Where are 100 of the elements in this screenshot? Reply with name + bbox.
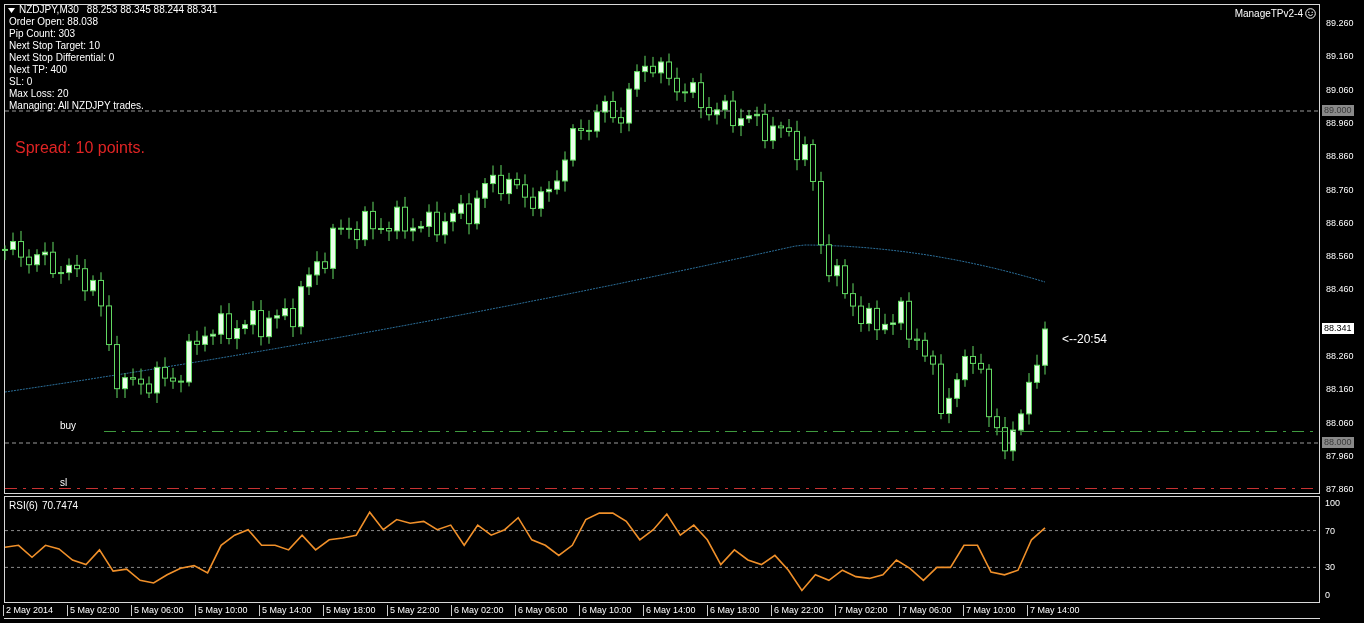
- time-tick-label: 5 May 10:00: [195, 605, 248, 616]
- candlestick: [114, 335, 120, 399]
- candlestick: [370, 201, 376, 240]
- candlestick: [58, 265, 64, 285]
- candlestick: [946, 387, 952, 424]
- candlestick: [170, 367, 176, 390]
- candlestick: [290, 298, 296, 338]
- candlestick: [450, 208, 456, 232]
- info-text: Next TP: 400: [9, 64, 69, 76]
- candlestick: [210, 329, 216, 346]
- time-tick-label: 7 May 02:00: [835, 605, 888, 616]
- price-tick-label: 88.160: [1326, 384, 1354, 396]
- candlestick: [778, 121, 784, 139]
- candlestick: [730, 90, 736, 134]
- time-tick-label: 5 May 22:00: [387, 605, 440, 616]
- smiley-icon: [1305, 8, 1316, 19]
- candlestick: [754, 106, 760, 127]
- candlestick: [338, 219, 344, 236]
- candlestick: [218, 304, 224, 345]
- candlestick: [82, 258, 88, 302]
- price-marker: 88.000: [1322, 437, 1354, 448]
- candlestick: [106, 294, 112, 352]
- time-tick-label: 6 May 18:00: [707, 605, 760, 616]
- candlestick: [970, 345, 976, 375]
- candlestick: [914, 328, 920, 351]
- price-tick-label: 88.460: [1326, 284, 1354, 296]
- candlestick: [586, 119, 592, 141]
- candlestick: [1010, 420, 1016, 462]
- time-tick-label: 7 May 06:00: [899, 605, 952, 616]
- time-tick-label: 6 May 22:00: [771, 605, 824, 616]
- rsi-title: RSI(6): [9, 500, 38, 512]
- candlestick: [90, 274, 96, 297]
- candlestick: [626, 82, 632, 132]
- expert-name: ManageTPv2-4: [1234, 7, 1303, 21]
- rsi-tick-label: 100: [1325, 498, 1341, 509]
- price-tick-label: 89.160: [1326, 51, 1354, 63]
- price-marker: 89.000: [1322, 105, 1354, 116]
- candlestick: [482, 177, 488, 209]
- info-text: Order Open: 88.038: [9, 16, 99, 28]
- candlestick: [1026, 372, 1032, 426]
- candlestick: [442, 212, 448, 245]
- candlestick: [594, 104, 600, 139]
- candlestick: [330, 223, 336, 280]
- time-tick-label: 6 May 06:00: [515, 605, 568, 616]
- time-tick-label: 5 May 14:00: [259, 605, 312, 616]
- info-text: Next Stop Target: 10: [9, 40, 101, 52]
- candlestick: [178, 374, 184, 393]
- price-tick-label: 88.660: [1326, 217, 1354, 229]
- candlestick: [402, 196, 408, 240]
- candlestick: [250, 300, 256, 335]
- time-tick-label: 6 May 02:00: [451, 605, 504, 616]
- candlestick: [386, 221, 392, 242]
- candlestick: [930, 350, 936, 376]
- order-line-label: sl: [60, 477, 68, 489]
- candlestick: [346, 217, 352, 240]
- candlestick: [578, 118, 584, 141]
- price-tick-label: 88.960: [1326, 117, 1354, 129]
- candlestick: [506, 172, 512, 205]
- collapse-triangle-icon[interactable]: [8, 7, 15, 13]
- rsi-tick-label: 30: [1325, 562, 1335, 574]
- candlestick: [154, 361, 160, 404]
- candlestick: [866, 302, 872, 332]
- candlestick: [546, 180, 552, 203]
- candlestick: [938, 353, 944, 420]
- candlestick: [746, 109, 752, 124]
- candlestick: [1042, 321, 1048, 376]
- candlestick: [458, 194, 464, 220]
- price-tick-label: 88.860: [1326, 151, 1354, 163]
- candlestick: [602, 95, 608, 124]
- time-tick-label: 2 May 2014: [3, 605, 54, 616]
- candlestick: [666, 53, 672, 86]
- candlestick: [362, 205, 368, 247]
- candlestick: [490, 165, 496, 193]
- candlestick: [858, 295, 864, 333]
- candlestick: [162, 356, 168, 387]
- candlestick: [1018, 408, 1024, 436]
- info-text: Max Loss: 20: [9, 88, 70, 100]
- candlestick: [642, 55, 648, 83]
- candlestick: [738, 108, 744, 137]
- candlestick: [298, 280, 304, 335]
- candlestick: [354, 220, 360, 250]
- countdown-timer: <--20:54: [1062, 331, 1108, 348]
- candlestick: [98, 271, 104, 318]
- candlestick: [898, 296, 904, 331]
- candlestick: [2, 244, 8, 261]
- candlestick: [282, 297, 288, 321]
- candlestick: [874, 299, 880, 341]
- price-tick-label: 87.860: [1326, 484, 1354, 496]
- candlestick: [306, 266, 312, 296]
- candlestick: [658, 56, 664, 84]
- candlestick: [802, 135, 808, 167]
- candlestick: [562, 150, 568, 193]
- candlestick: [10, 232, 16, 256]
- candlestick: [530, 187, 536, 217]
- info-text: Pip Count: 303: [9, 28, 77, 40]
- candlestick: [1034, 354, 1040, 390]
- candlestick: [322, 252, 328, 274]
- candlestick: [266, 310, 272, 345]
- rsi-tick-label: 70: [1325, 525, 1335, 537]
- time-tick-label: 5 May 06:00: [131, 605, 184, 616]
